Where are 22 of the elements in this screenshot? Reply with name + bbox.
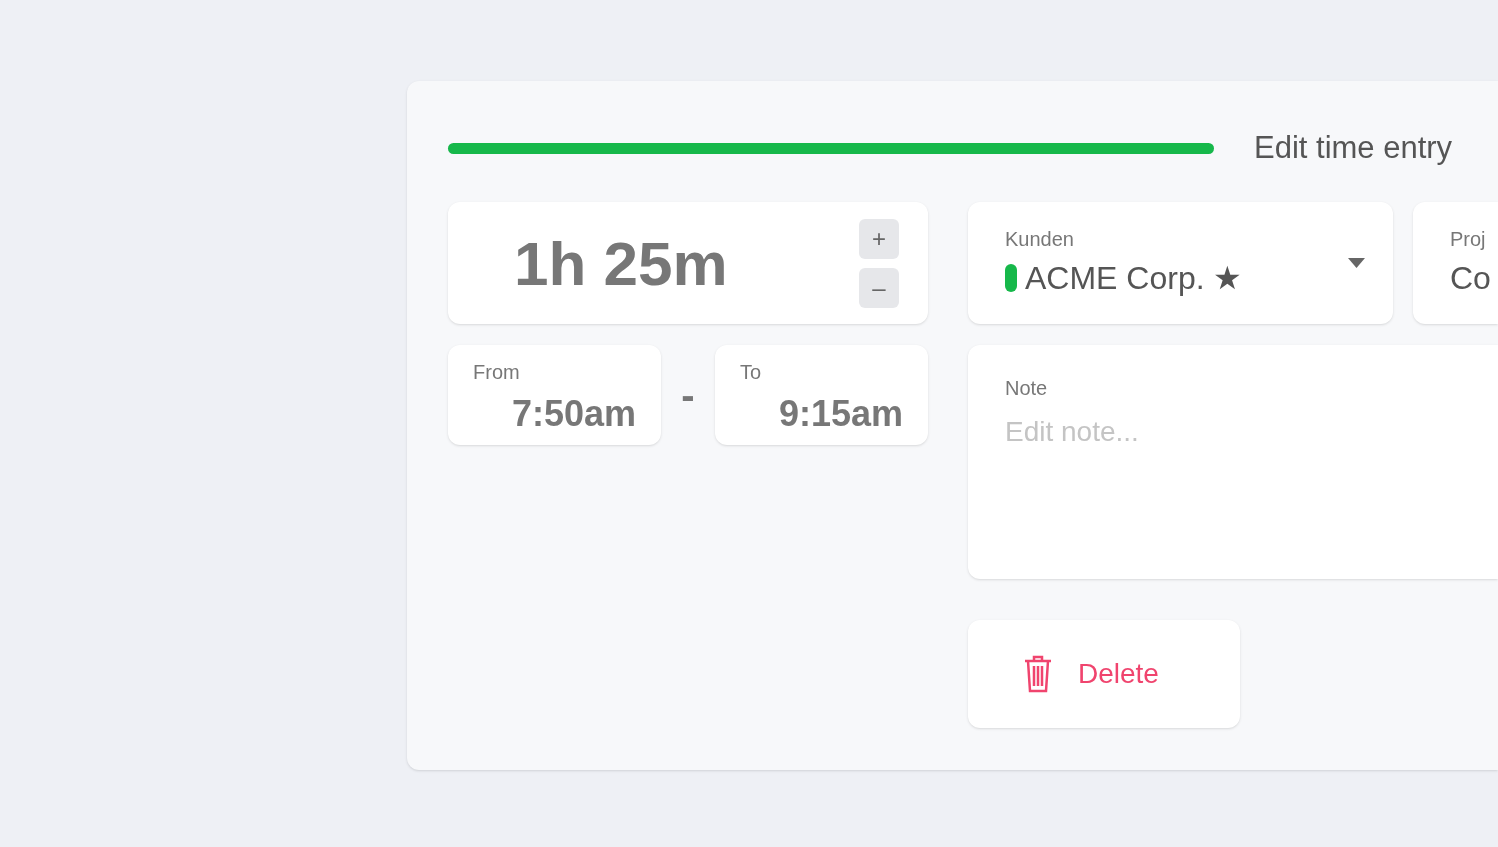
note-input[interactable]: Edit note... xyxy=(1005,411,1498,471)
window-title: Edit time entry xyxy=(1254,128,1453,167)
to-field[interactable]: To 9:15am xyxy=(715,345,928,445)
increase-button[interactable]: + xyxy=(859,218,899,259)
field-value: Co xyxy=(1450,259,1491,298)
field-value: 9:15am xyxy=(778,392,903,436)
delete-button[interactable]: Delete xyxy=(968,620,1240,728)
dropdown-caret-icon xyxy=(1348,258,1365,268)
customer-dropdown[interactable]: Kunden ACME Corp. ★ xyxy=(968,202,1393,324)
field-label: Kunden xyxy=(1005,227,1074,252)
field-value: 7:50am xyxy=(511,392,636,436)
field-value: ACME Corp. ★ xyxy=(1025,259,1243,298)
decrease-button[interactable]: – xyxy=(859,267,899,308)
field-label: From xyxy=(473,360,520,385)
project-dropdown[interactable]: Proj Co xyxy=(1413,202,1498,324)
field-label: Proj xyxy=(1450,227,1486,252)
field-label: Note xyxy=(1005,376,1049,401)
trash-icon xyxy=(1023,655,1053,693)
field-label: To xyxy=(740,360,762,385)
duration-value: 1h 25m xyxy=(514,227,729,300)
from-field[interactable]: From 7:50am xyxy=(448,345,661,445)
range-separator: - xyxy=(681,372,695,419)
